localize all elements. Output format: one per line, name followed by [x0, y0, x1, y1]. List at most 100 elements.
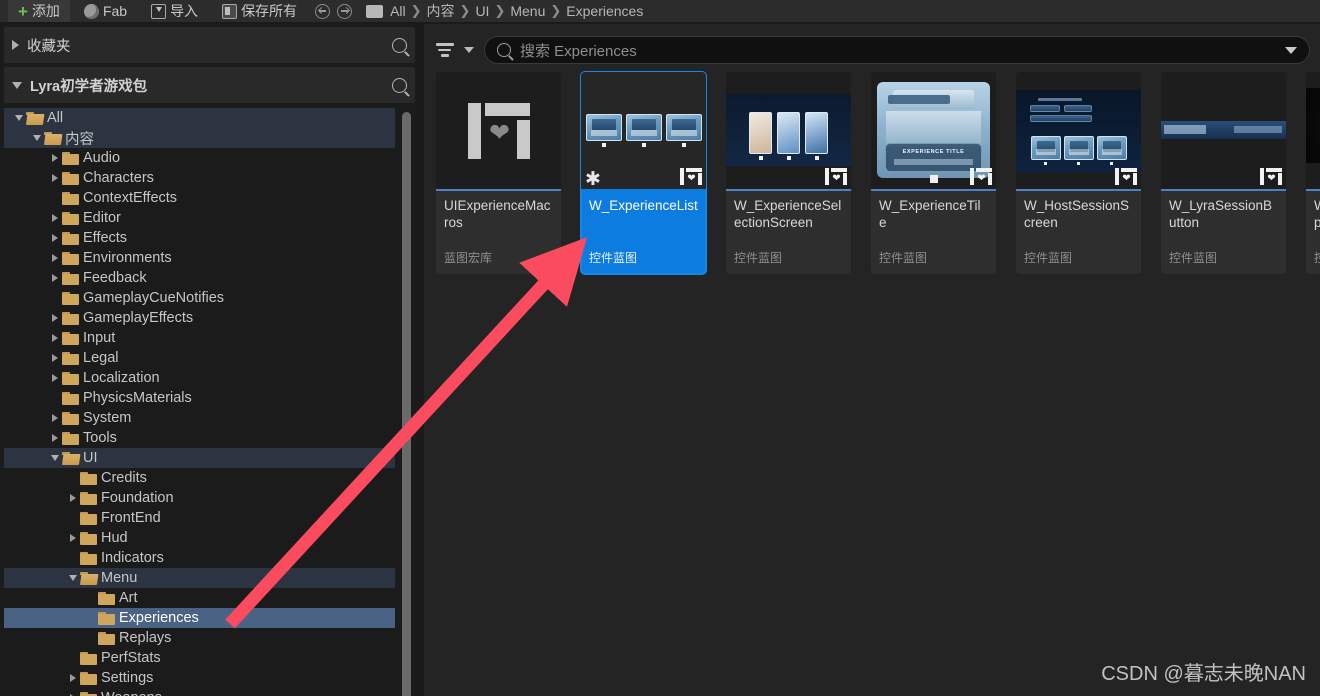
tree-item-legal[interactable]: Legal	[4, 348, 395, 368]
tree-item-label: Art	[119, 590, 138, 606]
tree-item-tools[interactable]: Tools	[4, 428, 395, 448]
tree-item-label: 内容	[65, 131, 94, 148]
tree-item-label: Indicators	[101, 550, 164, 566]
tree-item-label: UI	[83, 450, 98, 466]
project-section-header[interactable]: Lyra初学者游戏包	[4, 67, 415, 103]
tree-item-replays[interactable]: Replays	[4, 628, 395, 648]
breadcrumb-item-experiences[interactable]: Experiences	[566, 3, 643, 19]
filter-icon[interactable]	[436, 43, 454, 57]
unsaved-changes-icon: ✱	[585, 168, 601, 189]
tree-item-gameplayeffects[interactable]: GameplayEffects	[4, 308, 395, 328]
tree-item-label: Legal	[83, 350, 119, 366]
tree-item-label: Settings	[101, 670, 154, 686]
tree-item-ui[interactable]: UI	[4, 448, 395, 468]
tree-item-gameplaycuenotifies[interactable]: GameplayCueNotifies	[4, 288, 395, 308]
asset-tile[interactable]: EXPERIENCE TITLE ❤ W_ExperienceTile 控件蓝图	[871, 72, 996, 274]
tree-item-feedback[interactable]: Feedback	[4, 268, 395, 288]
tree-item-hud[interactable]: Hud	[4, 528, 395, 548]
tree-item-menu[interactable]: Menu	[4, 568, 395, 588]
asset-meta: W_ExperienceTile 控件蓝图	[871, 191, 996, 274]
tree-item-label: GameplayCueNotifies	[83, 290, 225, 306]
tree-item-label: Localization	[83, 370, 160, 386]
save-all-button[interactable]: 保存所有	[212, 0, 307, 22]
search-input[interactable]: 搜索 Experiences	[484, 36, 1310, 64]
chevron-down-icon[interactable]	[48, 455, 62, 461]
breadcrumb-item-all[interactable]: All	[390, 3, 406, 19]
tree-item-art[interactable]: Art	[4, 588, 395, 608]
breadcrumb-separator-icon: ❯	[410, 3, 422, 18]
tree-item-effects[interactable]: Effects	[4, 228, 395, 248]
chevron-right-icon[interactable]	[66, 494, 80, 502]
chevron-right-icon[interactable]	[48, 434, 62, 442]
search-icon[interactable]	[392, 77, 407, 93]
tree-item-frontend[interactable]: FrontEnd	[4, 508, 395, 528]
chevron-right-icon[interactable]	[48, 214, 62, 222]
favorites-section-header[interactable]: 收藏夹	[4, 27, 415, 63]
tree-item-physicsmaterials[interactable]: PhysicsMaterials	[4, 388, 395, 408]
chevron-right-icon[interactable]	[48, 154, 62, 162]
asset-tile[interactable]: ❤ UIExperienceMacros 蓝图宏库	[436, 72, 561, 274]
add-button[interactable]: + 添加	[8, 0, 70, 22]
breadcrumb-item-content[interactable]: 内容	[427, 1, 455, 21]
tree-item-perfstats[interactable]: PerfStats	[4, 648, 395, 668]
widget-blueprint-icon: ❤	[1260, 168, 1282, 185]
chevron-down-icon[interactable]	[30, 135, 44, 141]
fab-button[interactable]: Fab	[74, 0, 137, 22]
chevron-right-icon[interactable]	[48, 254, 62, 262]
asset-tile[interactable]: ❤ ✱ W_ExperienceList 控件蓝图	[580, 71, 707, 275]
chevron-right-icon[interactable]	[48, 374, 62, 382]
tree-item-experiences[interactable]: Experiences	[4, 608, 395, 628]
chevron-right-icon[interactable]	[48, 174, 62, 182]
thumb-caption: EXPERIENCE TITLE	[902, 148, 965, 155]
tree-item-label: GameplayEffects	[83, 310, 194, 326]
asset-tile[interactable]: ❤ W_LyraSessionButton 控件蓝图	[1161, 72, 1286, 274]
tree-item-input[interactable]: Input	[4, 328, 395, 348]
tree-item-contexteffects[interactable]: ContextEffects	[4, 188, 395, 208]
tree-item-label: Replays	[119, 630, 172, 646]
tree-item-audio[interactable]: Audio	[4, 148, 395, 168]
asset-type-label: 控件蓝图	[1024, 251, 1073, 265]
tree-item-foundation[interactable]: Foundation	[4, 488, 395, 508]
tree-item-indicators[interactable]: Indicators	[4, 548, 395, 568]
chevron-right-icon[interactable]	[48, 314, 62, 322]
folder-icon	[62, 231, 79, 245]
chevron-down-icon[interactable]	[66, 575, 80, 581]
chevron-right-icon[interactable]	[66, 534, 80, 542]
tree-item-label: Weapons	[101, 690, 162, 696]
tree-item-weapons[interactable]: Weapons	[4, 688, 395, 696]
navigate-forward-icon[interactable]	[337, 3, 353, 19]
chevron-right-icon[interactable]	[48, 274, 62, 282]
tree-item-characters[interactable]: Characters	[4, 168, 395, 188]
asset-tile[interactable]: ❤ W_HostSessionScreen 控件蓝图	[1016, 72, 1141, 274]
tree-item--[interactable]: 内容	[4, 128, 395, 148]
breadcrumb-item-ui[interactable]: UI	[475, 3, 489, 19]
folder-icon	[80, 471, 97, 485]
tree-item-credits[interactable]: Credits	[4, 468, 395, 488]
tree-item-label: System	[83, 410, 132, 426]
tree-item-system[interactable]: System	[4, 408, 395, 428]
import-button[interactable]: 导入	[141, 0, 208, 22]
chevron-down-icon[interactable]	[12, 115, 26, 121]
breadcrumb-root-icon[interactable]	[366, 4, 384, 18]
chevron-right-icon[interactable]	[48, 354, 62, 362]
search-icon[interactable]	[392, 37, 407, 53]
tree-item-label: Experiences	[119, 610, 199, 626]
tree-item-all[interactable]: All	[4, 108, 395, 128]
asset-tile[interactable]: W_NowLoadingSpinner 控件蓝图	[1306, 72, 1320, 274]
chevron-right-icon[interactable]	[48, 334, 62, 342]
tree-item-localization[interactable]: Localization	[4, 368, 395, 388]
tree-item-environments[interactable]: Environments	[4, 248, 395, 268]
tree-item-editor[interactable]: Editor	[4, 208, 395, 228]
asset-tile[interactable]: ❤ W_ExperienceSelectionScreen 控件蓝图	[726, 72, 851, 274]
sidebar-scrollbar[interactable]	[402, 112, 411, 696]
chevron-right-icon[interactable]	[48, 414, 62, 422]
chevron-right-icon[interactable]	[66, 674, 80, 682]
tree-item-label: PhysicsMaterials	[83, 390, 192, 406]
breadcrumb-item-menu[interactable]: Menu	[510, 3, 545, 19]
navigate-back-icon[interactable]	[315, 3, 331, 19]
tree-item-settings[interactable]: Settings	[4, 668, 395, 688]
filter-dropdown-chevron-icon[interactable]	[464, 47, 474, 53]
asset-name: W_HostSessionScreen	[1024, 198, 1130, 230]
search-options-chevron-icon[interactable]	[1285, 46, 1297, 54]
chevron-right-icon[interactable]	[48, 234, 62, 242]
